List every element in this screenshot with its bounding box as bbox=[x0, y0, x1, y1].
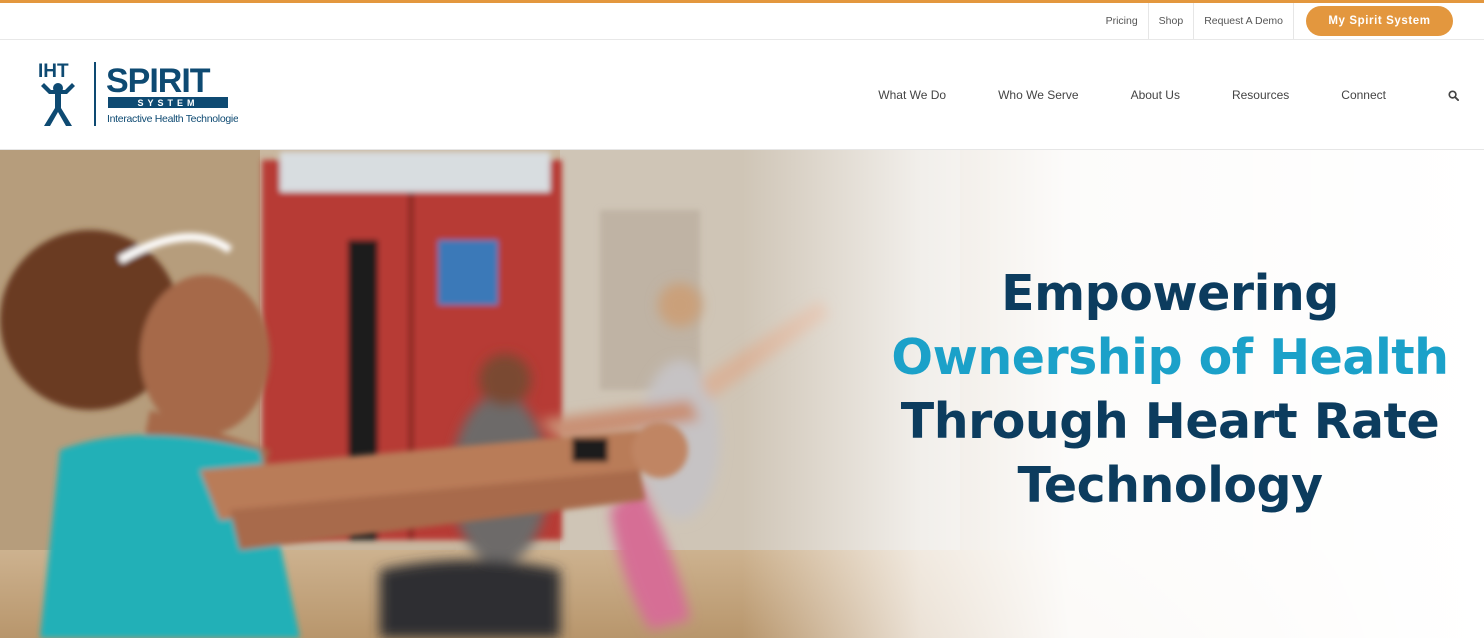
main-nav: What We Do Who We Serve About Us Resourc… bbox=[878, 40, 1484, 150]
site-header: IHT SPIRIT SYSTEM Interactive Health Tec… bbox=[0, 40, 1484, 150]
logo-iht-text: IHT bbox=[38, 61, 69, 82]
logo-tagline: Interactive Health Technologies bbox=[107, 113, 238, 125]
request-demo-link[interactable]: Request A Demo bbox=[1194, 3, 1294, 39]
hero-line-1: Empowering bbox=[1001, 265, 1339, 322]
nav-who-we-serve[interactable]: Who We Serve bbox=[998, 88, 1078, 102]
nav-connect[interactable]: Connect bbox=[1341, 88, 1386, 102]
hero-headline: Empowering Ownership of Health Through H… bbox=[840, 262, 1484, 518]
search-icon[interactable] bbox=[1448, 88, 1462, 102]
iht-spirit-logo[interactable]: IHT SPIRIT SYSTEM Interactive Health Tec… bbox=[38, 60, 238, 128]
utility-links: Pricing Shop Request A Demo My Spirit Sy… bbox=[1106, 3, 1484, 39]
nav-what-we-do[interactable]: What We Do bbox=[878, 88, 946, 102]
my-spirit-system-button[interactable]: My Spirit System bbox=[1306, 6, 1453, 36]
hero-line-4: Technology bbox=[1017, 457, 1323, 514]
nav-resources[interactable]: Resources bbox=[1232, 88, 1289, 102]
logo-spirit-text: SPIRIT bbox=[106, 62, 211, 100]
logo-system-text: SYSTEM bbox=[137, 98, 198, 108]
hero-line-2: Ownership of Health bbox=[891, 329, 1449, 386]
pricing-link[interactable]: Pricing bbox=[1106, 3, 1149, 39]
shop-link[interactable]: Shop bbox=[1149, 3, 1195, 39]
hero-line-3: Through Heart Rate bbox=[900, 393, 1440, 450]
hero-banner: Empowering Ownership of Health Through H… bbox=[0, 150, 1484, 638]
utility-bar: Pricing Shop Request A Demo My Spirit Sy… bbox=[0, 3, 1484, 40]
nav-about-us[interactable]: About Us bbox=[1131, 88, 1180, 102]
